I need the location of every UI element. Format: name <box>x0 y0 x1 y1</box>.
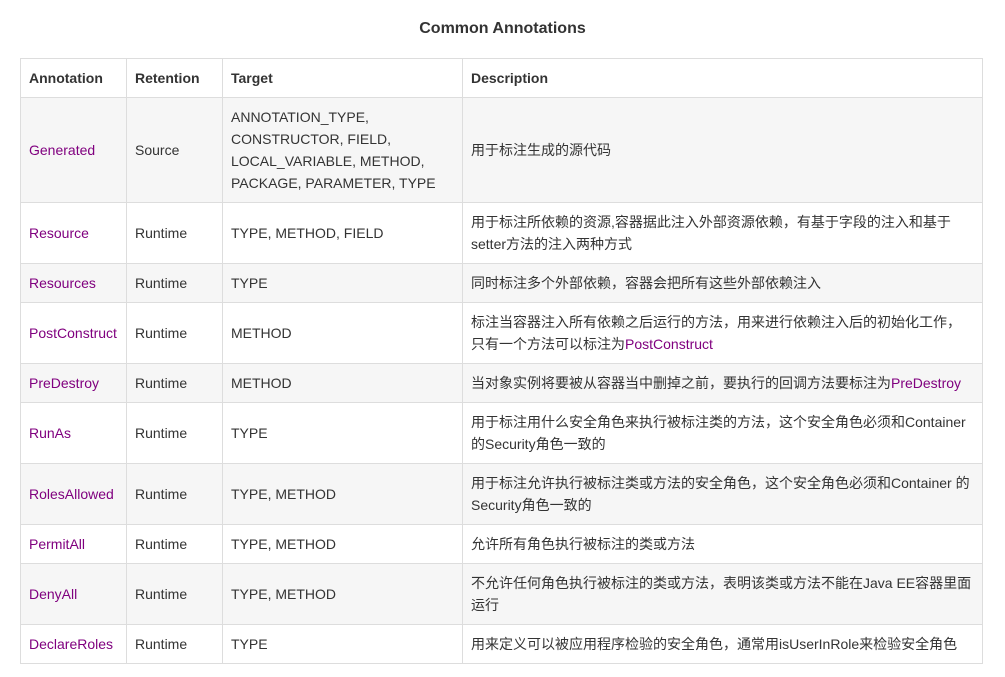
table-caption: Common Annotations <box>419 20 586 37</box>
description-line: 用于标注用什么安全角色来执行被标注类的方法，这个安全角色必须和Container <box>471 414 966 430</box>
target-cell: METHOD <box>222 363 463 403</box>
description-line: 不允许任何角色执行被标注的类或方法，表明该类或方法不能在Java EE容器里面 <box>471 575 972 591</box>
annotation-link-postconstruct[interactable]: PostConstruct <box>20 302 127 364</box>
description-cell: 不允许任何角色执行被标注的类或方法，表明该类或方法不能在Java EE容器里面 … <box>462 563 983 625</box>
retention-cell: Runtime <box>126 624 223 664</box>
annotation-link-rolesallowed[interactable]: RolesAllowed <box>20 463 127 525</box>
annotation-link-denyall[interactable]: DenyAll <box>20 563 127 625</box>
target-line: CONSTRUCTOR, FIELD, <box>231 131 391 147</box>
table-row: PostConstruct Runtime METHOD 标注当容器注入所有依赖… <box>20 302 983 364</box>
table-row: PermitAll Runtime TYPE, METHOD 允许所有角色执行被… <box>20 524 983 564</box>
description-line: 用于标注所依赖的资源,容器据此注入外部资源依赖，有基于字段的注入和基于 <box>471 214 951 230</box>
table-row: RunAs Runtime TYPE 用于标注用什么安全角色来执行被标注类的方法… <box>20 402 983 464</box>
column-header-retention: Retention <box>126 58 223 98</box>
target-cell: TYPE <box>222 624 463 664</box>
retention-cell: Runtime <box>126 263 223 303</box>
target-cell: TYPE, METHOD <box>222 524 463 564</box>
table-row: PreDestroy Runtime METHOD 当对象实例将要被从容器当中删… <box>20 363 983 403</box>
table-row: Resources Runtime TYPE 同时标注多个外部依赖，容器会把所有… <box>20 263 983 303</box>
description-line: 只有一个方法可以标注为 <box>471 336 625 352</box>
retention-cell: Runtime <box>126 363 223 403</box>
annotation-link-resources[interactable]: Resources <box>20 263 127 303</box>
table-row: DeclareRoles Runtime TYPE 用来定义可以被应用程序检验的… <box>20 624 983 664</box>
retention-cell: Runtime <box>126 524 223 564</box>
target-cell: TYPE <box>222 263 463 303</box>
description-line: 运行 <box>471 597 499 613</box>
annotation-link-predestroy[interactable]: PreDestroy <box>20 363 127 403</box>
description-cell: 用于标注用什么安全角色来执行被标注类的方法，这个安全角色必须和Container… <box>462 402 983 464</box>
table-header-row: Annotation Retention Target Description <box>20 58 983 98</box>
description-line: 的Security角色一致的 <box>471 436 606 452</box>
target-cell: TYPE <box>222 402 463 464</box>
retention-cell: Runtime <box>126 202 223 264</box>
description-cell: 标注当容器注入所有依赖之后运行的方法，用来进行依赖注入后的初始化工作， 只有一个… <box>462 302 983 364</box>
description-cell: 用来定义可以被应用程序检验的安全角色，通常用isUserInRole来检验安全角… <box>462 624 983 664</box>
retention-cell: Runtime <box>126 302 223 364</box>
table-row: Generated Source ANNOTATION_TYPE, CONSTR… <box>20 97 983 203</box>
annotations-table: Annotation Retention Target Description … <box>20 58 983 664</box>
table-row: Resource Runtime TYPE, METHOD, FIELD 用于标… <box>20 202 983 264</box>
description-cell: 允许所有角色执行被标注的类或方法 <box>462 524 983 564</box>
retention-cell: Source <box>126 97 223 203</box>
target-cell: TYPE, METHOD, FIELD <box>222 202 463 264</box>
target-cell: ANNOTATION_TYPE, CONSTRUCTOR, FIELD, LOC… <box>222 97 463 203</box>
target-line: PACKAGE, PARAMETER, TYPE <box>231 175 436 191</box>
description-cell: 用于标注生成的源代码 <box>462 97 983 203</box>
target-cell: TYPE, METHOD <box>222 563 463 625</box>
description-cell: 用于标注所依赖的资源,容器据此注入外部资源依赖，有基于字段的注入和基于 sett… <box>462 202 983 264</box>
annotation-link-generated[interactable]: Generated <box>20 97 127 203</box>
description-line: Security角色一致的 <box>471 497 592 513</box>
table-row: DenyAll Runtime TYPE, METHOD 不允许任何角色执行被标… <box>20 563 983 625</box>
description-cell: 当对象实例将要被从容器当中删掉之前，要执行的回调方法要标注为PreDestroy <box>462 363 983 403</box>
annotation-link-resource[interactable]: Resource <box>20 202 127 264</box>
description-line: 标注当容器注入所有依赖之后运行的方法，用来进行依赖注入后的初始化工作， <box>471 314 961 330</box>
target-line: LOCAL_VARIABLE, METHOD, <box>231 153 425 169</box>
retention-cell: Runtime <box>126 402 223 464</box>
column-header-description: Description <box>462 58 983 98</box>
annotation-link-declareroles[interactable]: DeclareRoles <box>20 624 127 664</box>
description-line: setter方法的注入两种方式 <box>471 236 633 252</box>
retention-cell: Runtime <box>126 563 223 625</box>
column-header-annotation: Annotation <box>20 58 127 98</box>
target-cell: METHOD <box>222 302 463 364</box>
description-cell: 同时标注多个外部依赖，容器会把所有这些外部依赖注入 <box>462 263 983 303</box>
target-line: ANNOTATION_TYPE, <box>231 109 369 125</box>
annotation-link-runas[interactable]: RunAs <box>20 402 127 464</box>
retention-cell: Runtime <box>126 463 223 525</box>
column-header-target: Target <box>222 58 463 98</box>
description-cell: 用于标注允许执行被标注类或方法的安全角色，这个安全角色必须和Container … <box>462 463 983 525</box>
description-line: 用于标注允许执行被标注类或方法的安全角色，这个安全角色必须和Container … <box>471 475 970 491</box>
table-row: RolesAllowed Runtime TYPE, METHOD 用于标注允许… <box>20 463 983 525</box>
predestroy-inline-link[interactable]: PreDestroy <box>891 375 961 391</box>
annotation-link-permitall[interactable]: PermitAll <box>20 524 127 564</box>
target-cell: TYPE, METHOD <box>222 463 463 525</box>
description-text: 当对象实例将要被从容器当中删掉之前，要执行的回调方法要标注为 <box>471 375 891 391</box>
postconstruct-inline-link[interactable]: PostConstruct <box>625 336 713 352</box>
